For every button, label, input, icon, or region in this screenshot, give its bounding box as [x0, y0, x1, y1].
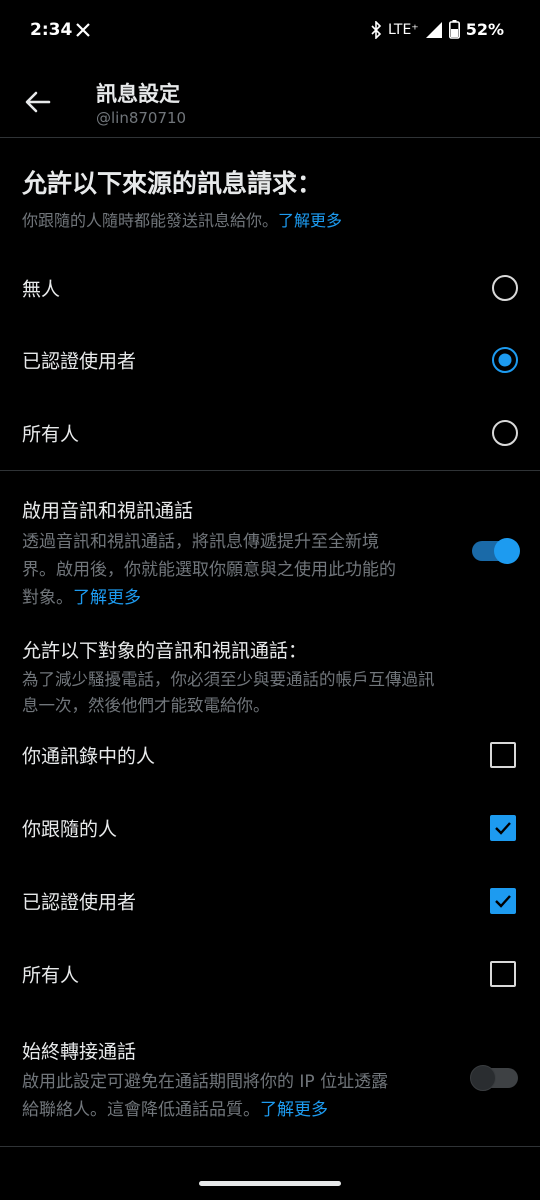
page-title: 訊息設定 [96, 82, 180, 106]
radio-button-selected[interactable] [492, 347, 518, 373]
radio-option-verified[interactable]: 已認證使用者 [0, 324, 540, 396]
radio-option-nobody[interactable]: 無人 [0, 252, 540, 324]
back-arrow-icon[interactable] [22, 86, 54, 118]
message-requests-desc-text: 你跟隨的人隨時都能發送訊息給你。 [22, 211, 279, 230]
audio-video-description: 透過音訊和視訊通話，將訊息傳遞提升至全新境 界。啟用後，你就能選取你願意與之使用… [22, 528, 452, 612]
battery-icon [448, 20, 460, 39]
checkbox-option-everyone[interactable]: 所有人 [0, 938, 540, 1010]
user-handle: @lin870710 [96, 109, 187, 127]
checkbox-option-following[interactable]: 你跟隨的人 [0, 792, 540, 864]
checkbox-label: 已認證使用者 [22, 891, 137, 914]
desc-line: 啟用此設定可避免在通話期間將你的 IP 位址透露 [22, 1072, 389, 1092]
checkmark-icon [495, 895, 511, 908]
checkbox[interactable] [490, 742, 516, 768]
learn-more-link[interactable]: 了解更多 [278, 211, 342, 230]
toggle-knob [494, 538, 520, 564]
audio-video-title: 啟用音訊和視訊通話 [22, 500, 194, 522]
signal-icon [425, 21, 443, 39]
battery-percent: 52% [465, 20, 504, 39]
relay-calls-title: 始終轉接通話 [22, 1041, 137, 1063]
status-bar: 2:34 LTE⁺ 52% [0, 0, 540, 64]
checkbox-option-verified[interactable]: 已認證使用者 [0, 865, 540, 937]
checkbox-checked[interactable] [490, 888, 516, 914]
gesture-nav-bar[interactable] [199, 1181, 341, 1186]
relay-calls-description: 啟用此設定可避免在通話期間將你的 IP 位址透露 給聯絡人。這會降低通話品質。了… [22, 1068, 452, 1124]
message-requests-description: 你跟隨的人隨時都能發送訊息給你。了解更多 [22, 207, 342, 231]
bluetooth-icon [370, 20, 382, 39]
status-time: 2:34 [30, 20, 73, 40]
checkbox-option-contacts[interactable]: 你通訊錄中的人 [0, 719, 540, 791]
desc-line: 對象。 [22, 588, 73, 608]
audio-video-toggle[interactable] [472, 538, 520, 564]
checkbox-label: 所有人 [22, 964, 80, 987]
call-permissions-description: 為了減少騷擾電話，你必須至少與要通話的帳戶互傳過訊 息一次，然後他們才能致電給你… [22, 667, 522, 719]
desc-line: 息一次，然後他們才能致電給你。 [22, 696, 270, 715]
radio-label: 已認證使用者 [22, 350, 137, 373]
status-icons: LTE⁺ 52% [370, 20, 504, 39]
call-permissions-title: 允許以下對象的音訊和視訊通話： [22, 640, 308, 662]
relay-calls-toggle[interactable] [470, 1065, 518, 1091]
header: 訊息設定 @lin870710 [0, 64, 540, 138]
desc-line: 為了減少騷擾電話，你必須至少與要通話的帳戶互傳過訊 [22, 670, 435, 689]
x-logo-icon [76, 22, 90, 37]
radio-button[interactable] [492, 275, 518, 301]
network-type: LTE⁺ [388, 21, 419, 38]
desc-line: 界。啟用後，你就能選取你願意與之使用此功能的 [22, 560, 396, 580]
radio-label: 所有人 [22, 423, 80, 446]
desc-line: 透過音訊和視訊通話，將訊息傳遞提升至全新境 [22, 532, 379, 552]
message-requests-title: 允許以下來源的訊息請求： [22, 169, 323, 198]
toggle-knob [470, 1065, 496, 1091]
learn-more-link[interactable]: 了解更多 [73, 588, 141, 608]
checkbox-checked[interactable] [490, 815, 516, 841]
radio-button[interactable] [492, 420, 518, 446]
checkbox-label: 你通訊錄中的人 [22, 745, 156, 768]
radio-option-everyone[interactable]: 所有人 [0, 397, 540, 469]
divider [0, 1146, 540, 1147]
desc-line: 給聯絡人。這會降低通話品質。 [22, 1100, 260, 1120]
checkmark-icon [495, 822, 511, 835]
radio-label: 無人 [22, 278, 61, 301]
checkbox[interactable] [490, 961, 516, 987]
divider [0, 470, 540, 471]
checkbox-label: 你跟隨的人 [22, 818, 118, 841]
learn-more-link[interactable]: 了解更多 [260, 1100, 328, 1120]
